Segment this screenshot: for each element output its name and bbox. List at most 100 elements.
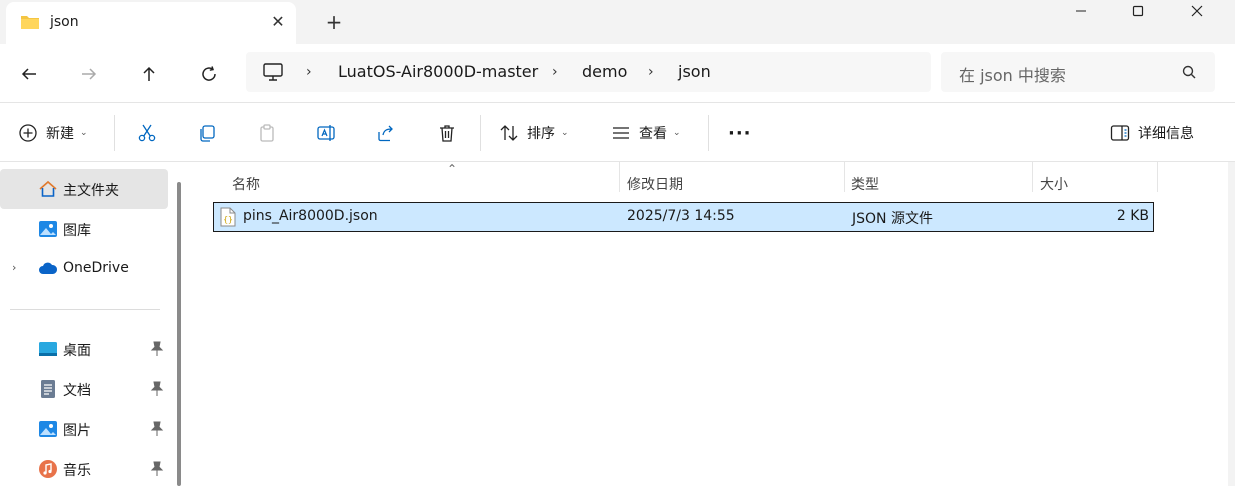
file-type: JSON 源文件: [852, 211, 933, 227]
address-bar[interactable]: › LuatOS-Air8000D-master › demo › json: [246, 52, 931, 92]
refresh-button[interactable]: [196, 61, 222, 87]
file-size: 2 KB: [1116, 208, 1149, 224]
computer-icon: [263, 63, 283, 81]
music-icon: [39, 460, 57, 478]
maximize-icon: [1132, 5, 1144, 17]
arrow-left-icon: [21, 68, 36, 80]
pin-icon[interactable]: [150, 421, 164, 437]
pin-icon[interactable]: [150, 341, 164, 357]
sidebar-item-label: 文档: [63, 383, 91, 399]
sidebar-item-music[interactable]: 音乐: [0, 449, 168, 486]
pin-icon[interactable]: [150, 381, 164, 397]
tab-title: json: [50, 14, 79, 30]
up-button[interactable]: [136, 61, 162, 87]
sidebar-item-label: 桌面: [63, 343, 91, 359]
new-tab-button[interactable]: +: [322, 10, 346, 34]
tab-close-icon[interactable]: ✕: [268, 12, 288, 32]
new-label: 新建: [46, 126, 74, 142]
window-edge: [1228, 162, 1235, 486]
column-header-size[interactable]: 大小: [1033, 168, 1157, 198]
forward-button[interactable]: [76, 61, 102, 87]
back-button[interactable]: [16, 61, 42, 87]
breadcrumb-separator[interactable]: ›: [552, 64, 558, 80]
rename-icon: [317, 125, 335, 141]
sidebar-divider: [10, 309, 160, 310]
gallery-icon: [39, 221, 57, 237]
column-header-date[interactable]: 修改日期: [620, 168, 844, 198]
sidebar-item-pictures[interactable]: 图片: [0, 409, 168, 449]
sidebar-item-home[interactable]: 主文件夹: [0, 169, 168, 209]
svg-text:{}: {}: [223, 215, 233, 224]
breadcrumb-demo[interactable]: demo: [582, 62, 627, 81]
breadcrumb-luatos[interactable]: LuatOS-Air8000D-master: [338, 62, 538, 81]
sidebar-item-label: 图库: [63, 223, 91, 239]
chevron-right-icon[interactable]: ›: [12, 261, 16, 274]
toolbar-divider: [708, 115, 709, 151]
close-icon: [1191, 5, 1203, 17]
rename-button[interactable]: [316, 117, 336, 149]
sort-icon: [500, 125, 518, 141]
close-window-button[interactable]: [1174, 0, 1220, 22]
navigation-pane: 主文件夹 图库 › OneDrive 桌面 文档 图片 音乐: [0, 162, 190, 486]
details-label: 详细信息: [1138, 126, 1194, 142]
sort-label: 排序: [527, 126, 555, 142]
view-list-icon: [613, 127, 629, 139]
pictures-icon: [39, 421, 57, 437]
sidebar-item-label: 图片: [63, 423, 91, 439]
file-name: pins_Air8000D.json: [243, 208, 378, 224]
details-pane-icon: [1110, 125, 1130, 141]
chevron-down-icon: ⌄: [80, 128, 88, 138]
sidebar-item-label: 音乐: [63, 463, 91, 479]
column-header-type[interactable]: 类型: [845, 168, 1032, 198]
arrow-up-icon: [143, 66, 155, 81]
share-button[interactable]: [376, 117, 396, 149]
more-options-button[interactable]: ···: [728, 117, 752, 149]
cloud-icon: [39, 262, 58, 274]
sort-button[interactable]: 排序 ⌄: [499, 117, 569, 149]
sidebar-scrollbar[interactable]: [177, 182, 181, 486]
delete-button[interactable]: [437, 117, 457, 149]
breadcrumb-separator[interactable]: ›: [648, 64, 654, 80]
scissors-icon: [138, 124, 156, 142]
search-input[interactable]: 在 json 中搜索: [941, 52, 1215, 92]
refresh-icon: [202, 66, 216, 81]
title-bar: json ✕ +: [0, 0, 1235, 44]
maximize-button[interactable]: [1115, 0, 1161, 22]
new-button[interactable]: 新建 ⌄: [18, 117, 88, 149]
copy-button[interactable]: [197, 117, 217, 149]
sidebar-item-desktop[interactable]: 桌面: [0, 329, 168, 369]
file-row[interactable]: {} pins_Air8000D.json 2025/7/3 14:55 JSO…: [213, 202, 1154, 232]
chevron-down-icon: ⌄: [561, 128, 569, 138]
search-icon[interactable]: [1181, 64, 1197, 80]
sidebar-item-onedrive[interactable]: › OneDrive: [0, 249, 168, 289]
share-icon: [378, 125, 393, 142]
file-date: 2025/7/3 14:55: [627, 208, 735, 224]
tab-json[interactable]: json ✕: [6, 2, 296, 44]
search-placeholder: 在 json 中搜索: [959, 66, 1066, 85]
breadcrumb-json[interactable]: json: [678, 62, 711, 81]
plus-circle-icon: [19, 124, 37, 142]
breadcrumb-separator[interactable]: ›: [306, 64, 312, 80]
command-bar: 新建 ⌄ 排序 ⌄ 查看 ⌄ ··· 详细信息: [0, 102, 1235, 162]
home-icon: [39, 180, 57, 197]
view-button[interactable]: 查看 ⌄: [611, 117, 681, 149]
chevron-down-icon: ⌄: [673, 128, 681, 138]
details-pane-button[interactable]: 详细信息: [1110, 117, 1194, 149]
document-icon: [41, 380, 55, 398]
minimize-button[interactable]: [1058, 0, 1104, 22]
column-divider[interactable]: [1157, 162, 1158, 192]
sidebar-item-documents[interactable]: 文档: [0, 369, 168, 409]
cut-button[interactable]: [137, 117, 157, 149]
trash-icon: [440, 125, 454, 142]
arrow-right-icon: [82, 68, 97, 80]
sidebar-item-gallery[interactable]: 图库: [0, 209, 168, 249]
json-file-icon: {}: [220, 207, 236, 227]
column-header-name[interactable]: ⌃ 名称: [220, 162, 620, 198]
pin-icon[interactable]: [150, 461, 164, 477]
folder-icon: [21, 16, 39, 29]
clipboard-icon: [260, 124, 274, 142]
toolbar-divider: [114, 115, 115, 151]
sort-ascending-icon: ⌃: [447, 162, 458, 176]
address-row: › LuatOS-Air8000D-master › demo › json 在…: [0, 44, 1235, 102]
paste-button[interactable]: [257, 117, 277, 149]
